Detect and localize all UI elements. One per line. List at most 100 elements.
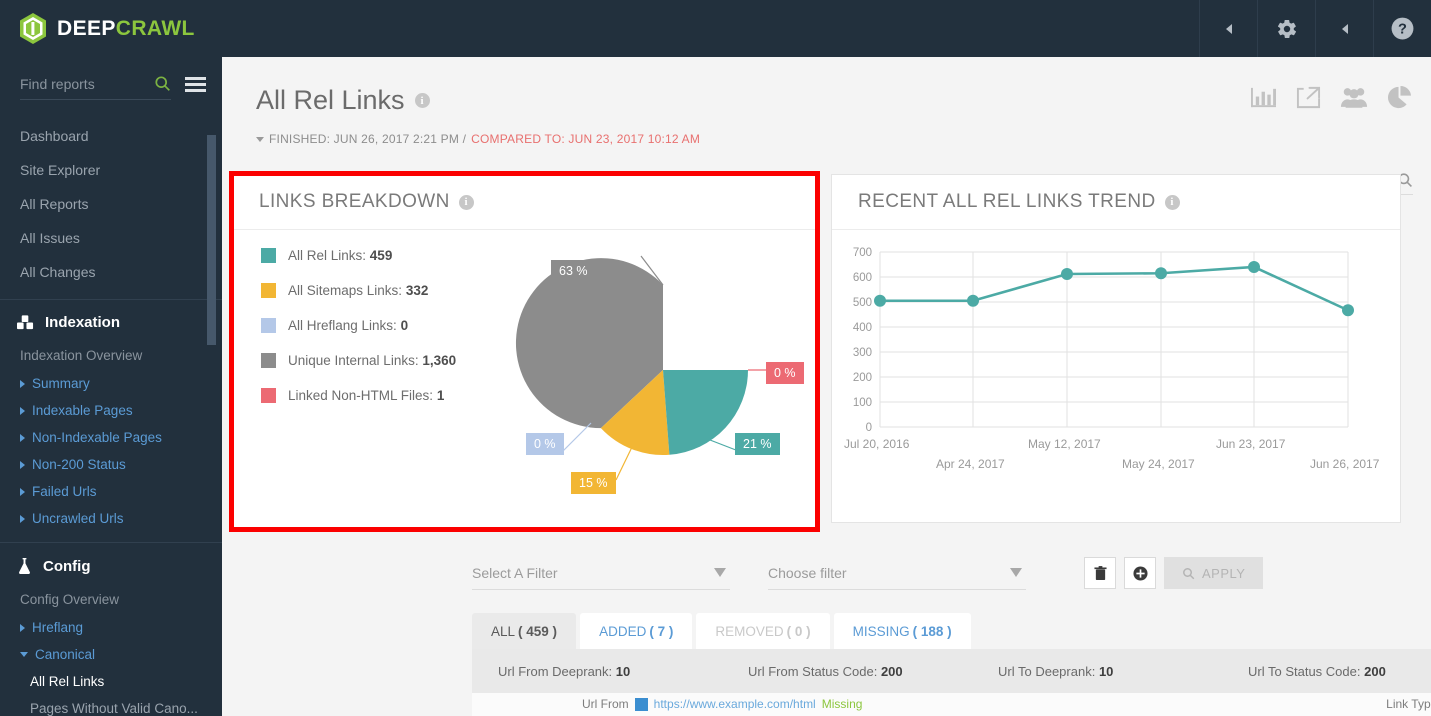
pie-label-red: 0 %: [766, 362, 804, 384]
pie-chart: 63 % 0 % 21 % 15 % 0 %: [513, 240, 813, 520]
chevron-down-icon: [20, 652, 28, 657]
sidebar-item-uncrawled-urls[interactable]: Uncrawled Urls: [0, 505, 222, 532]
cubes-icon: [17, 315, 34, 330]
search-icon[interactable]: [154, 75, 171, 92]
sidebar-item-all-reports[interactable]: All Reports: [0, 187, 222, 221]
legend-swatch: [261, 388, 276, 403]
sidebar-item-non-200-status[interactable]: Non-200 Status: [0, 451, 222, 478]
sidebar-item-all-changes[interactable]: All Changes: [0, 255, 222, 289]
sidebar-search[interactable]: Find reports: [0, 57, 222, 111]
help-circle-icon: ?: [1391, 17, 1414, 40]
links-breakdown-panel: LINKS BREAKDOWN i All Rel Links: 459 All…: [229, 171, 820, 532]
filter-actions: APPLY: [1084, 557, 1264, 589]
tab-all[interactable]: ALL( 459 ): [472, 613, 577, 649]
meta-url-from-status-code: Url From Status Code: 200: [748, 664, 998, 679]
row-link[interactable]: https://www.example.com/html: [654, 697, 816, 711]
chevron-down-icon: [714, 568, 726, 577]
x-tick-2: May 12, 2017: [1028, 437, 1101, 451]
legend-swatch: [261, 318, 276, 333]
trend-body: 700 600 500 400 300 200 100 0 Jul 20, 20…: [832, 230, 1400, 522]
plus-circle-icon: [1132, 565, 1148, 581]
sidebar-group-indexation[interactable]: Indexation: [0, 300, 222, 341]
svg-text:0: 0: [866, 422, 872, 434]
collapse-left-button-1[interactable]: [1199, 0, 1257, 57]
meta-label: Url From Status Code:: [748, 663, 878, 679]
sidebar-group-config[interactable]: Config: [0, 543, 222, 585]
delete-filter-button[interactable]: [1084, 557, 1116, 589]
settings-button[interactable]: [1257, 0, 1315, 57]
info-icon[interactable]: i: [458, 194, 474, 210]
sidebar-item-failed-urls[interactable]: Failed Urls: [0, 478, 222, 505]
x-tick-3: May 24, 2017: [1122, 457, 1195, 471]
sidebar-item-summary[interactable]: Summary: [0, 370, 222, 397]
crawl-compared-text: COMPARED TO: JUN 23, 2017 10:12 AM: [471, 132, 701, 146]
sidebar-item-all-issues[interactable]: All Issues: [0, 221, 222, 255]
legend-value: 1,360: [422, 353, 457, 368]
sidebar: Find reports Dashboard Site Explorer All…: [0, 57, 222, 716]
sidebar-item-pages-without-valid-canonical[interactable]: Pages Without Valid Cano...: [0, 695, 222, 716]
legend-label: Unique Internal Links: [288, 353, 415, 368]
legend-item: Unique Internal Links: 1,360: [261, 353, 456, 368]
sidebar-item-label: Summary: [32, 376, 90, 391]
sidebar-item-dashboard[interactable]: Dashboard: [0, 119, 222, 153]
x-tick-5: Jun 26, 2017: [1310, 457, 1380, 471]
add-filter-button[interactable]: [1124, 557, 1156, 589]
legend-item: Linked Non-HTML Files: 1: [261, 388, 456, 403]
sidebar-item-non-indexable-pages[interactable]: Non-Indexable Pages: [0, 424, 222, 451]
collapse-left-button-2[interactable]: [1315, 0, 1373, 57]
flask-icon: [19, 557, 30, 575]
help-button[interactable]: ?: [1373, 0, 1431, 57]
legend-label: All Hreflang Links: [288, 318, 394, 333]
panel-title: RECENT ALL REL LINKS TREND: [858, 191, 1156, 212]
sidebar-item-label: Failed Urls: [32, 484, 97, 499]
choose-filter-dropdown[interactable]: Choose filter: [768, 556, 1026, 590]
pie-label-teal: 21 %: [735, 433, 780, 455]
legend-label: Linked Non-HTML Files: [288, 388, 430, 403]
logo[interactable]: DEEPCRAWL: [0, 12, 195, 45]
svg-text:300: 300: [853, 347, 872, 359]
tab-added[interactable]: ADDED( 7 ): [580, 613, 693, 649]
sidebar-scrollbar[interactable]: [207, 135, 216, 345]
meta-label: Url To Deeprank:: [998, 663, 1096, 679]
row-tag: Missing: [821, 697, 863, 711]
tab-count: ( 0 ): [786, 623, 811, 639]
share-icon[interactable]: [1295, 85, 1322, 110]
sidebar-item-config-overview[interactable]: Config Overview: [0, 585, 222, 614]
sidebar-item-site-explorer[interactable]: Site Explorer: [0, 153, 222, 187]
info-icon[interactable]: i: [414, 93, 430, 108]
users-icon[interactable]: [1340, 85, 1368, 110]
chevron-right-icon: [20, 460, 25, 469]
x-tick-4: Jun 23, 2017: [1216, 437, 1286, 451]
legend-swatch: [261, 283, 276, 298]
sidebar-item-label: Canonical: [35, 647, 96, 662]
chevron-down-icon[interactable]: [256, 136, 264, 142]
menu-toggle-icon[interactable]: [179, 76, 206, 92]
sidebar-item-hreflang[interactable]: Hreflang: [0, 614, 222, 641]
apply-button[interactable]: APPLY: [1164, 557, 1264, 589]
svg-text:200: 200: [853, 372, 872, 384]
tab-label: REMOVED: [715, 623, 784, 639]
search-input[interactable]: Find reports: [20, 76, 95, 92]
select-filter-dropdown[interactable]: Select A Filter: [472, 556, 730, 590]
sidebar-item-indexable-pages[interactable]: Indexable Pages: [0, 397, 222, 424]
info-icon[interactable]: i: [1164, 194, 1180, 210]
sidebar-item-indexation-overview[interactable]: Indexation Overview: [0, 341, 222, 370]
pie-chart-icon[interactable]: [1386, 85, 1413, 110]
sidebar-item-all-rel-links[interactable]: All Rel Links: [0, 668, 222, 695]
row-meta-strip: Url From Deeprank: 10 Url From Status Co…: [472, 649, 1431, 693]
header-tools: [1250, 85, 1413, 110]
crawl-finished-text: FINISHED: JUN 26, 2017 2:21 PM /: [269, 132, 467, 146]
sidebar-item-canonical[interactable]: Canonical: [0, 641, 222, 668]
table-row[interactable]: Url From https://www.example.com/html Mi…: [472, 693, 1431, 716]
legend-swatch: [261, 353, 276, 368]
trash-icon: [1093, 565, 1107, 580]
tab-removed[interactable]: REMOVED( 0 ): [696, 613, 830, 649]
row-prefix: Url From: [582, 697, 629, 711]
meta-value: 10: [1098, 663, 1114, 679]
tab-missing[interactable]: MISSING( 188 ): [833, 613, 971, 649]
trend-panel: RECENT ALL REL LINKS TREND i 700 600 500…: [831, 174, 1401, 523]
chevron-left-icon: [1225, 23, 1232, 34]
legend-item: All Rel Links: 459: [261, 248, 456, 263]
sidebar-item-label: Non-Indexable Pages: [32, 430, 162, 445]
bar-chart-icon[interactable]: [1250, 85, 1277, 110]
